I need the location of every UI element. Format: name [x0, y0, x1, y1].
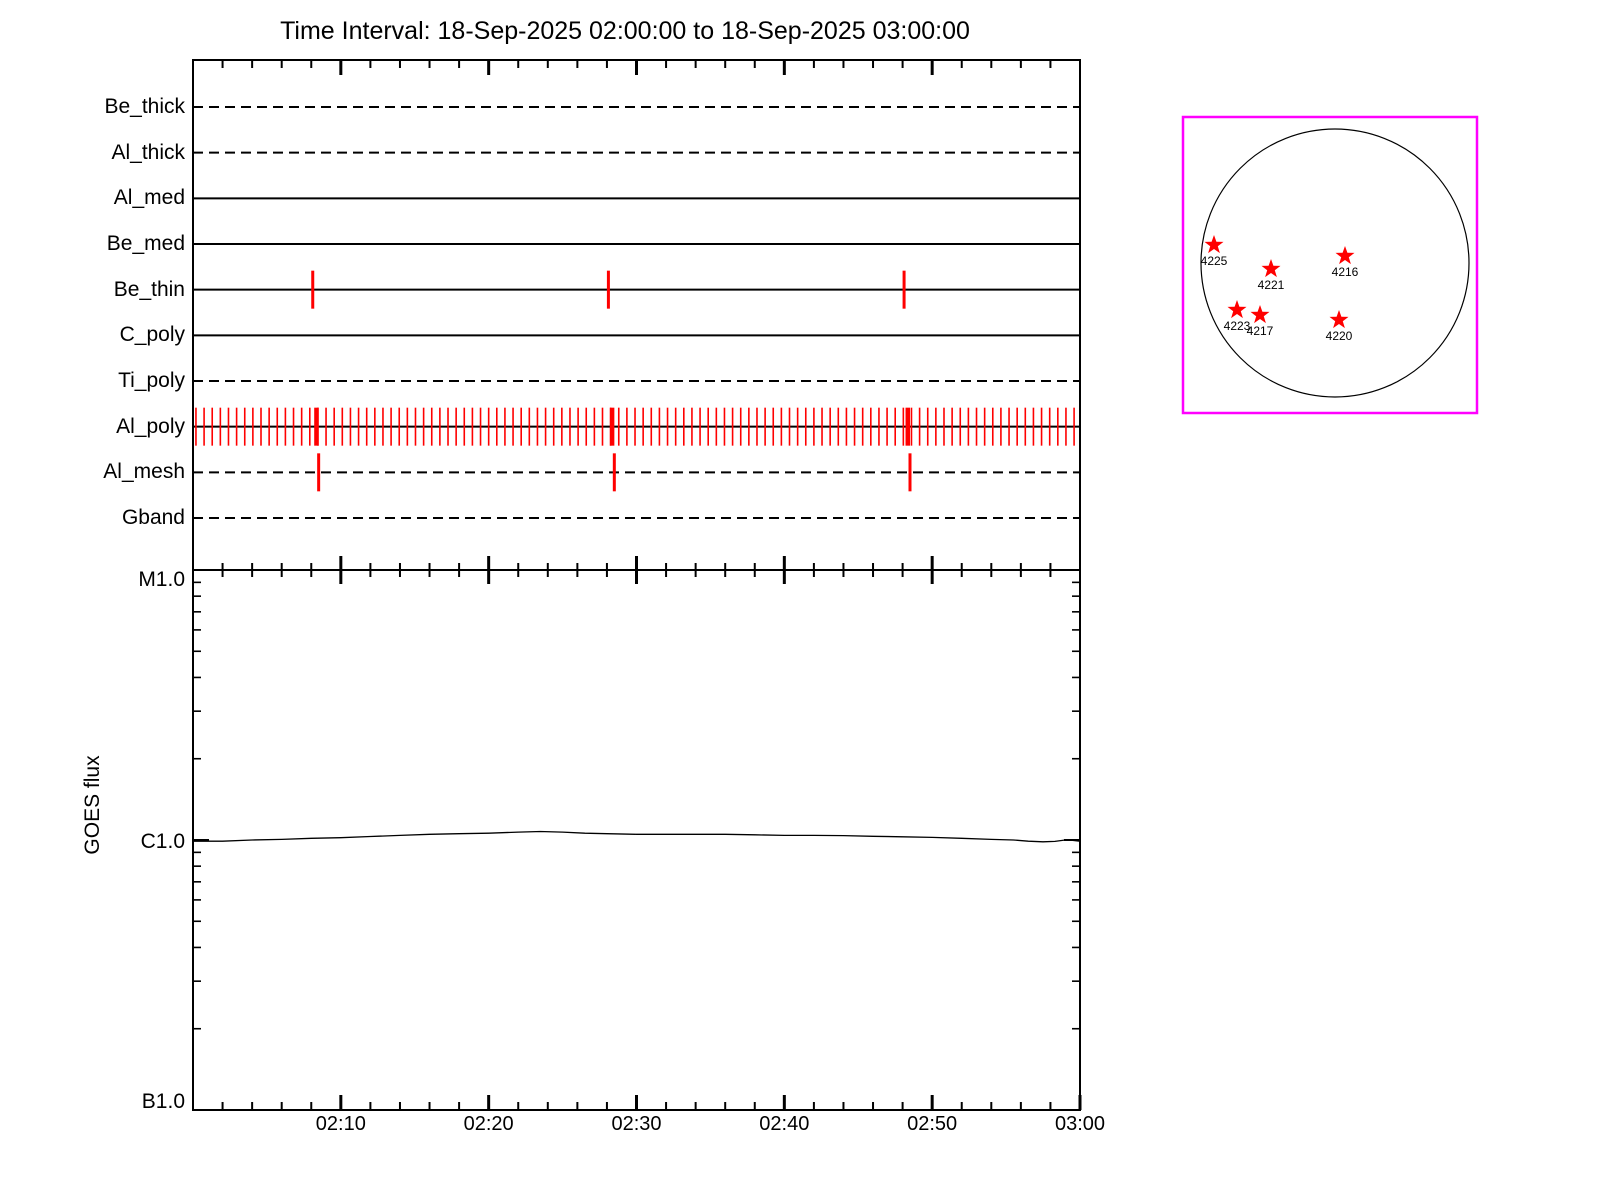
x-tick-label-0220: 02:20: [463, 1113, 514, 1135]
timeline-panel-frame: [192, 59, 1081, 571]
channel-label-Be_thin: Be_thin: [113, 277, 185, 301]
goes-flux-curve: [193, 830, 1081, 843]
y-tick-label-m1: M1.0: [138, 568, 185, 591]
chart-canvas: [192, 59, 1479, 1111]
active-region-star-4223: [1227, 300, 1247, 319]
x-tick-label-0240: 02:40: [759, 1113, 810, 1135]
channel-label-Be_thick: Be_thick: [104, 95, 185, 118]
active-region-star-4220: [1329, 310, 1349, 329]
channel-label-Al_thick: Al_thick: [111, 140, 185, 164]
active-region-star-4225: [1204, 235, 1224, 254]
channel-label-Be_med: Be_med: [106, 232, 185, 255]
channel-label-Gband: Gband: [121, 506, 185, 529]
screenshot-stage: Time Interval: 18-Sep-2025 02:00:00 to 1…: [0, 0, 1600, 1200]
channel-label-Al_poly: Al_poly: [116, 414, 185, 438]
channel-label-Al_med: Al_med: [113, 186, 185, 210]
channel-label-C_poly: C_poly: [119, 323, 185, 347]
channel-label-Al_mesh: Al_mesh: [103, 460, 185, 484]
active-region-label-4216: 4216: [1331, 265, 1359, 279]
channel-label-Ti_poly: Ti_poly: [118, 369, 185, 392]
active-region-star-4216: [1335, 246, 1355, 265]
active-region-label-4220: 4220: [1325, 329, 1353, 343]
x-tick-label-0230: 02:30: [611, 1113, 662, 1135]
x-tick-label-0210: 02:10: [315, 1113, 366, 1135]
active-region-label-4225: 4225: [1200, 254, 1228, 268]
goes-panel-frame: [192, 569, 1081, 1111]
x-tick-label-0300: 03:00: [1054, 1113, 1106, 1135]
y-tick-label-c1: C1.0: [140, 830, 185, 853]
active-region-label-4221: 4221: [1257, 278, 1285, 292]
x-tick-label-0250: 02:50: [907, 1113, 958, 1135]
page-title: Time Interval: 18-Sep-2025 02:00:00 to 1…: [280, 17, 970, 45]
active-region-star-4221: [1261, 259, 1281, 278]
y-tick-label-b1: B1.0: [141, 1090, 185, 1113]
active-region-label-4217: 4217: [1246, 324, 1274, 338]
